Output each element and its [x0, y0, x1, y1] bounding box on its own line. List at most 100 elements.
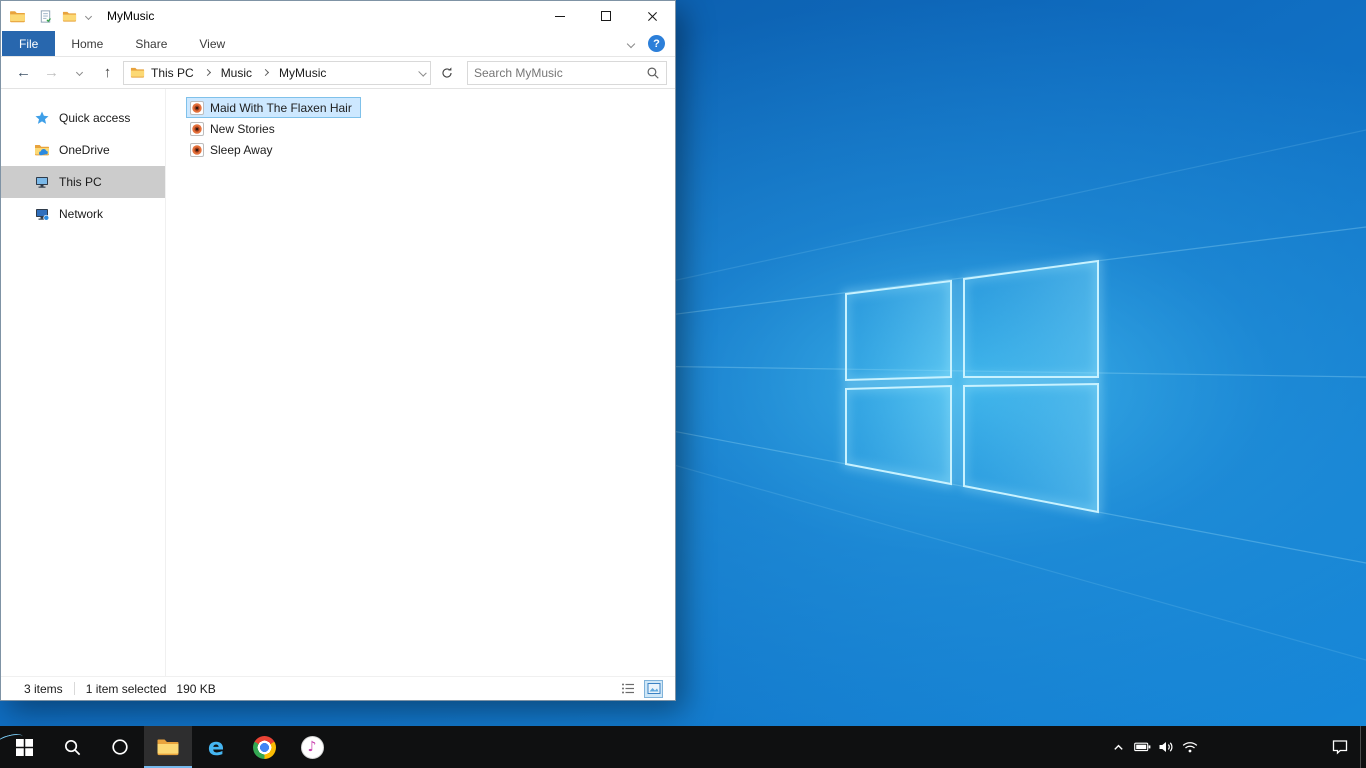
minimize-button[interactable]: [537, 1, 583, 31]
search-icon[interactable]: [646, 66, 660, 80]
file-list: Maid With The Flaxen Hair New Stories Sl…: [166, 89, 675, 676]
tab-file[interactable]: File: [2, 31, 56, 56]
chrome-icon: [252, 735, 276, 759]
itunes-icon: ♪: [300, 735, 324, 759]
cortana-button[interactable]: [96, 726, 144, 768]
tab-share[interactable]: Share: [119, 31, 183, 56]
onedrive-folder-icon: [34, 142, 50, 158]
expand-ribbon-chevron-icon[interactable]: [626, 39, 636, 48]
window-body: Quick access OneDrive This PC Network Ma…: [1, 89, 675, 676]
details-view-button[interactable]: [618, 680, 637, 698]
star-icon: [34, 110, 50, 126]
large-icons-view-button[interactable]: [644, 679, 663, 698]
music-note-icon: ♪: [307, 739, 317, 755]
close-button[interactable]: [629, 1, 675, 31]
file-item-sleep-away[interactable]: Sleep Away: [186, 139, 282, 160]
close-icon: [647, 11, 658, 22]
taskbar: e ♪: [0, 726, 1366, 768]
volume-tray-button[interactable]: [1154, 726, 1178, 768]
search-box: [467, 60, 667, 85]
caption-buttons: [537, 1, 675, 31]
recent-locations-caret[interactable]: [67, 60, 92, 86]
view-toggles: [618, 679, 663, 698]
internet-explorer-icon: e: [207, 733, 225, 761]
explorer-window: MyMusic File Home Share View ? ← → ↑ Thi…: [0, 0, 676, 701]
status-separator: [73, 682, 75, 695]
quick-access-toolbar: [38, 9, 93, 24]
music-file-icon: [189, 121, 205, 137]
navigation-toolbar: ← → ↑ This PC Music MyMusic: [1, 57, 675, 89]
back-button[interactable]: ←: [11, 60, 36, 86]
action-center-button[interactable]: [1320, 726, 1360, 768]
refresh-button[interactable]: [434, 61, 460, 85]
items-count: 3 items: [24, 681, 63, 696]
address-folder-icon: [130, 65, 145, 80]
start-button[interactable]: [0, 726, 48, 768]
address-bar[interactable]: This PC Music MyMusic: [123, 60, 431, 85]
search-icon: [63, 738, 82, 757]
wifi-icon: [1182, 741, 1198, 753]
tab-view[interactable]: View: [183, 31, 241, 56]
system-tray: [1106, 726, 1366, 768]
chevron-up-icon: [1112, 741, 1125, 754]
breadcrumb-separator-icon[interactable]: [261, 68, 270, 77]
selection-count: 1 item selected: [85, 681, 167, 696]
customize-qat-caret-icon[interactable]: [84, 12, 93, 20]
breadcrumb-mymusic[interactable]: MyMusic: [279, 66, 326, 80]
breadcrumb-music[interactable]: Music: [221, 66, 252, 80]
window-title: MyMusic: [107, 9, 155, 23]
refresh-icon: [440, 66, 454, 80]
sidebar-item-network[interactable]: Network: [1, 198, 165, 230]
cortana-icon: [111, 738, 129, 756]
show-desktop-button[interactable]: [1360, 726, 1366, 768]
file-name: Maid With The Flaxen Hair: [210, 100, 352, 115]
address-dropdown-caret-icon[interactable]: [418, 68, 427, 77]
up-button[interactable]: ↑: [95, 60, 120, 86]
sidebar-item-label: This PC: [59, 175, 102, 189]
taskbar-file-explorer-button[interactable]: [144, 726, 192, 768]
maximize-icon: [601, 11, 611, 21]
forward-button[interactable]: →: [39, 60, 64, 86]
sidebar-item-label: Network: [59, 207, 104, 221]
volume-icon: [1158, 740, 1174, 754]
computer-icon: [34, 174, 50, 190]
file-name: Sleep Away: [210, 142, 273, 157]
sidebar-item-quick-access[interactable]: Quick access: [1, 102, 165, 134]
titlebar[interactable]: MyMusic: [1, 1, 675, 31]
file-item-new-stories[interactable]: New Stories: [186, 118, 284, 139]
taskbar-search-button[interactable]: [48, 726, 96, 768]
sidebar-item-label: OneDrive: [59, 143, 110, 157]
taskbar-itunes-button[interactable]: ♪: [288, 726, 336, 768]
sidebar-item-onedrive[interactable]: OneDrive: [1, 134, 165, 166]
taskbar-chrome-button[interactable]: [240, 726, 288, 768]
minimize-icon: [555, 15, 565, 17]
network-tray-button[interactable]: [1178, 726, 1202, 768]
help-button[interactable]: ?: [648, 35, 665, 52]
status-bar: 3 items 1 item selected 190 KB: [1, 676, 675, 700]
network-icon: [34, 206, 50, 222]
tab-home[interactable]: Home: [55, 31, 119, 56]
breadcrumb-separator-icon[interactable]: [203, 68, 211, 77]
action-center-icon: [1331, 739, 1349, 755]
selection-size: 190 KB: [176, 681, 216, 696]
details-view-icon: [621, 682, 635, 695]
maximize-button[interactable]: [583, 1, 629, 31]
properties-icon[interactable]: [38, 9, 53, 24]
file-item-maid-with-the-flaxen-hair[interactable]: Maid With The Flaxen Hair: [186, 97, 361, 118]
battery-tray-button[interactable]: [1130, 726, 1154, 768]
new-folder-icon[interactable]: [62, 9, 77, 24]
music-file-icon: [189, 100, 205, 116]
desktop: MyMusic File Home Share View ? ← → ↑ Thi…: [0, 0, 1366, 768]
chevron-down-icon: [75, 68, 84, 77]
hidden-icons-button[interactable]: [1106, 726, 1130, 768]
sidebar-item-this-pc[interactable]: This PC: [1, 166, 165, 198]
sidebar-item-label: Quick access: [59, 111, 131, 125]
taskbar-internet-explorer-button[interactable]: e: [0, 726, 240, 768]
battery-icon: [1134, 742, 1151, 752]
large-icons-view-icon: [647, 682, 661, 695]
music-file-icon: [189, 142, 205, 158]
search-input[interactable]: [468, 65, 646, 80]
explorer-window-icon[interactable]: [9, 8, 26, 25]
breadcrumb-this-pc[interactable]: This PC: [151, 66, 194, 80]
ribbon-tab-bar: File Home Share View ?: [1, 31, 675, 57]
